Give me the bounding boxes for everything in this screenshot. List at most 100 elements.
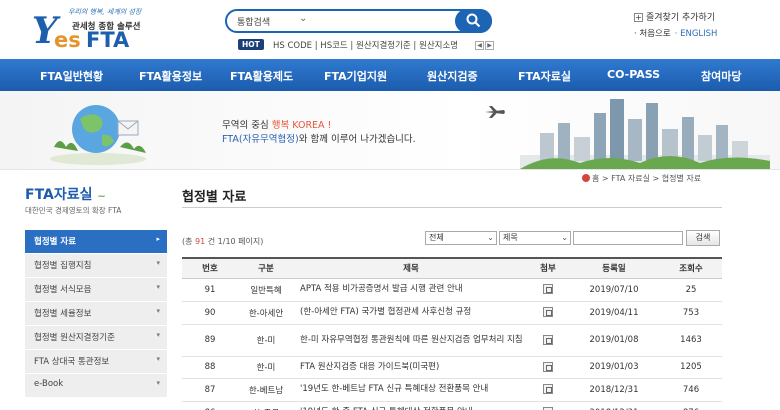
sidebar-item-agreement-data[interactable]: 협정별 자료 ▸ <box>25 230 167 254</box>
cell-attachment <box>528 356 568 379</box>
main-navigation: FTA일반현황 FTA활용정보 FTA활용제도 FTA기업지원 원산지검증 FT… <box>0 59 780 91</box>
cell-category: 한-베트남 <box>238 378 294 402</box>
chevron-down-icon: ▾ <box>156 379 160 387</box>
home-link[interactable]: · 처음으로 <box>634 29 671 39</box>
cell-title-link[interactable]: FTA 원산지검증 대응 가이드북(미국편) <box>294 356 528 379</box>
cell-title-link[interactable]: APTA 적용 비가공증명서 발급 시행 관련 안내 <box>294 278 528 302</box>
table-header-row: 번호 구분 제목 첨부 등록일 조회수 <box>182 257 722 279</box>
search-scope-select[interactable]: 통합검색 <box>237 15 270 28</box>
chevron-down-icon: ▾ <box>156 283 160 291</box>
prev-icon[interactable]: ◀ <box>475 41 484 50</box>
hot-keyword-links[interactable]: HS CODE | HS코드 | 원산지결정기준 | 원산지소명 <box>273 39 458 51</box>
banner-line-2-text: 와 함께 이루어 나가겠습니다. <box>298 134 416 145</box>
gnb-item-fta-general[interactable]: FTA일반현황 <box>40 68 103 84</box>
banner: 무역의 중심 행복 KOREA ! FTA(자유무역협정)와 함께 이루어 나가… <box>0 91 780 170</box>
attachment-icon[interactable] <box>543 334 553 345</box>
attachment-icon[interactable] <box>543 384 553 395</box>
sidebar-item-label: 협정별 집행지침 <box>34 261 92 271</box>
sidebar-item-tariff-rates[interactable]: 협정별 세율정보 ▾ <box>25 302 167 326</box>
field-filter-select[interactable]: 제목 ⌄ <box>499 231 571 245</box>
cell-category: 한-미 <box>238 324 294 357</box>
chevron-down-icon[interactable]: ⌄ <box>299 13 307 24</box>
banner-highlight-korea: 행복 KOREA ! <box>271 120 332 131</box>
sidebar-item-label: 협정별 세율정보 <box>34 309 92 319</box>
category-filter-select[interactable]: 전체 ⌄ <box>425 231 497 245</box>
cell-title-link[interactable]: '19년도 한-중 FTA 신규 특혜대상 전환품목 안내 <box>294 401 528 410</box>
sidebar-title: FTA자료실 ~ <box>25 184 106 204</box>
favorites-link[interactable]: + 즐겨찾기 추가하기 <box>634 10 715 23</box>
sidebar-item-guidelines[interactable]: 협정별 집행지침 ▾ <box>25 254 167 278</box>
breadcrumb-text[interactable]: 홈 > FTA 자료실 > 협정별 자료 <box>592 174 701 183</box>
sidebar-menu: 협정별 자료 ▸ 협정별 집행지침 ▾ 협정별 서식모음 ▾ 협정별 세율정보 ▾ 협정… <box>25 230 167 398</box>
english-link[interactable]: · ENGLISH <box>675 29 718 39</box>
table-row: 91 일반특혜 APTA 적용 비가공증명서 발급 시행 관련 안내 2019/… <box>182 278 722 302</box>
cell-attachment <box>528 378 568 402</box>
column-header-category: 구분 <box>238 257 294 279</box>
gnb-item-origin-verification[interactable]: 원산지검증 <box>427 68 478 84</box>
cell-attachment <box>528 301 568 325</box>
search-button[interactable] <box>455 9 492 33</box>
hot-nav: ◀ ▶ <box>474 39 494 50</box>
gnb-item-fta-info[interactable]: FTA활용정보 <box>139 68 202 84</box>
gnb-item-participation[interactable]: 참여마당 <box>701 68 741 84</box>
column-header-number: 번호 <box>182 257 238 279</box>
table-row: 89 한-미 한-미 자유무역협정 통관원칙에 따른 원산지검증 업무처리 지침… <box>182 324 722 357</box>
sidebar-item-customs-info[interactable]: FTA 상대국 통관정보 ▾ <box>25 350 167 374</box>
chevron-down-icon: ▾ <box>156 355 160 363</box>
cell-number: 91 <box>182 278 238 302</box>
chevron-down-icon: ▾ <box>156 259 160 267</box>
chevron-down-icon: ▾ <box>156 331 160 339</box>
sprout-icon: ~ <box>97 191 106 202</box>
home-icon[interactable] <box>582 174 590 182</box>
header: 우리의 행복, 세계의 성장 관세청 종합 솔루션 Y es FTA 통합검색 … <box>0 0 780 58</box>
cell-views: 746 <box>660 378 722 402</box>
airplane-icon <box>485 106 505 118</box>
cell-title-link[interactable]: (한-아세안 FTA) 국가별 협정관세 사후신청 규정 <box>294 301 528 325</box>
table-row: 87 한-베트남 '19년도 한-베트남 FTA 신규 특혜대상 전환품목 안내… <box>182 378 722 402</box>
cell-number: 86 <box>182 401 238 410</box>
attachment-icon[interactable] <box>543 361 553 372</box>
gnb-item-co-pass[interactable]: CO-PASS <box>607 68 660 81</box>
count-total: 91 <box>195 237 206 246</box>
sidebar-item-forms[interactable]: 협정별 서식모음 ▾ <box>25 278 167 302</box>
attachment-icon[interactable] <box>543 284 553 295</box>
chevron-down-icon: ⌄ <box>487 233 494 242</box>
gnb-item-fta-system[interactable]: FTA활용제도 <box>230 68 293 84</box>
utility-links: · 처음으로 · ENGLISH <box>634 27 717 39</box>
cell-date: 2019/04/11 <box>568 301 660 325</box>
cell-attachment <box>528 324 568 357</box>
category-filter-value: 전체 <box>429 233 444 242</box>
cell-number: 89 <box>182 324 238 357</box>
cell-date: 2019/01/03 <box>568 356 660 379</box>
search-bar[interactable]: 통합검색 ⌄ <box>225 9 492 33</box>
sidebar-item-label: 협정별 자료 <box>34 237 77 247</box>
cell-title-link[interactable]: 한-미 자유무역협정 통관원칙에 따른 원산지검증 업무처리 지침 <box>294 324 528 357</box>
board-search-button[interactable]: 검색 <box>686 230 720 246</box>
result-count: (총 91 건 1/10 페이지) <box>182 236 263 247</box>
next-icon[interactable]: ▶ <box>485 41 494 50</box>
page-title: 협정별 자료 <box>182 190 247 205</box>
cell-views: 1463 <box>660 324 722 357</box>
sidebar-item-origin-criteria[interactable]: 협정별 원산지결정기준 ▾ <box>25 326 167 350</box>
search-icon <box>466 13 481 28</box>
sidebar-item-ebook[interactable]: e-Book ▾ <box>25 374 167 398</box>
cell-attachment <box>528 278 568 302</box>
column-header-title: 제목 <box>294 257 528 279</box>
column-header-views: 조회수 <box>660 257 722 279</box>
site-logo[interactable]: 우리의 행복, 세계의 성장 관세청 종합 솔루션 Y es FTA <box>32 6 142 54</box>
banner-line-2: FTA(자유무역협정)와 함께 이루어 나가겠습니다. <box>222 131 416 145</box>
gnb-item-fta-support[interactable]: FTA기업지원 <box>324 68 387 84</box>
gnb-item-fta-library[interactable]: FTA자료실 <box>518 68 571 84</box>
cell-category: 한-아세안 <box>238 301 294 325</box>
keyword-input[interactable] <box>573 231 683 245</box>
chevron-right-icon: ▸ <box>156 235 160 243</box>
cell-title-link[interactable]: '19년도 한-베트남 FTA 신규 특혜대상 전환품목 안내 <box>294 378 528 402</box>
banner-line-1: 무역의 중심 행복 KOREA ! <box>222 117 331 131</box>
chevron-down-icon: ▾ <box>156 307 160 315</box>
cell-views: 876 <box>660 401 722 410</box>
cell-number: 88 <box>182 356 238 379</box>
column-header-attachment: 첨부 <box>528 257 568 279</box>
banner-highlight-fta: FTA(자유무역협정) <box>222 134 299 145</box>
attachment-icon[interactable] <box>543 307 553 318</box>
cell-category: 일반특혜 <box>238 278 294 302</box>
